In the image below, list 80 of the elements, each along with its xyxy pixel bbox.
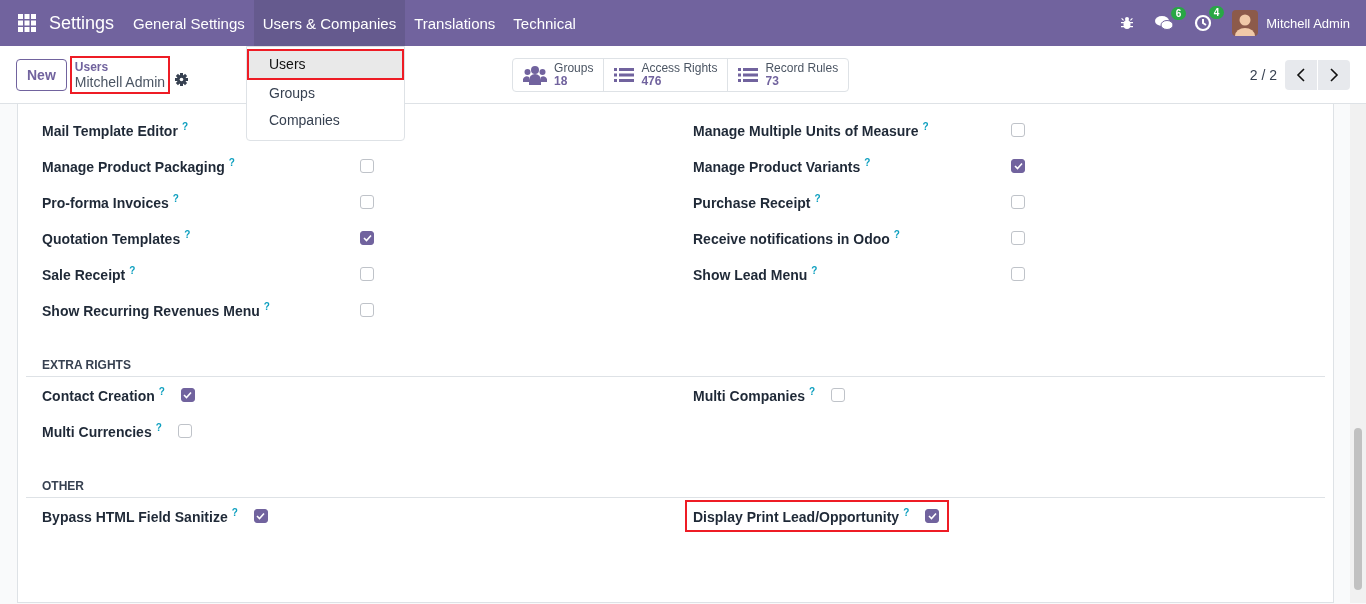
nav-menu-item[interactable]: Translations xyxy=(405,0,505,46)
chat-icon xyxy=(1154,15,1175,31)
bug-icon[interactable] xyxy=(1120,16,1135,30)
avatar-icon[interactable] xyxy=(1232,10,1259,36)
help-tooltip[interactable]: ? xyxy=(893,229,900,241)
setting-label: Show Recurring Revenues Menu $^{?}$ xyxy=(42,301,271,319)
help-tooltip[interactable]: ? xyxy=(922,121,929,133)
apps-grid-icon[interactable] xyxy=(18,14,36,32)
setting-label: Manage Multiple Units of Measure $^{?}$ xyxy=(693,121,930,139)
user-name[interactable]: Mitchell Admin xyxy=(1266,15,1350,31)
breadcrumb-link[interactable]: Users xyxy=(74,59,166,75)
previous-button[interactable] xyxy=(1285,59,1317,90)
help-tooltip[interactable]: ? xyxy=(811,265,818,277)
help-tooltip[interactable]: ? xyxy=(231,507,238,519)
setting-label: Bypass HTML Field Sanitize $^{?}$ xyxy=(42,507,238,525)
setting-label: Manage Product Variants $^{?}$ xyxy=(693,157,872,175)
help-tooltip[interactable]: ? xyxy=(158,386,165,398)
dropdown-item[interactable]: Users xyxy=(247,49,404,80)
setting-label: Manage Product Packaging $^{?}$ xyxy=(42,157,236,175)
checkbox[interactable] xyxy=(360,195,374,209)
section-title: OTHER xyxy=(26,479,1325,498)
setting-label: Contact Creation $^{?}$ xyxy=(42,386,165,404)
checkbox[interactable] xyxy=(360,303,374,317)
count-badge: 4 xyxy=(1208,6,1225,19)
smart-button[interactable]: Access Rights 476 xyxy=(604,58,729,91)
help-tooltip[interactable]: ? xyxy=(814,193,821,205)
checkbox[interactable] xyxy=(1011,195,1025,209)
clock-icon xyxy=(1194,14,1213,32)
scrollbar[interactable] xyxy=(1350,104,1366,603)
users-icon xyxy=(523,64,548,85)
dropdown-item[interactable]: Groups xyxy=(247,78,404,105)
smart-button[interactable]: Record Rules 73 xyxy=(728,58,849,91)
nav-menu-item[interactable]: Technical xyxy=(504,0,585,46)
dropdown-item[interactable]: Companies xyxy=(247,105,404,132)
help-tooltip[interactable]: ? xyxy=(903,507,910,519)
checkbox[interactable] xyxy=(360,267,374,281)
checkbox[interactable] xyxy=(360,231,374,245)
smart-button[interactable]: Groups 18 xyxy=(513,58,605,91)
help-tooltip[interactable]: ? xyxy=(129,265,136,277)
checkbox[interactable] xyxy=(1011,267,1025,281)
help-tooltip[interactable]: ? xyxy=(263,301,270,313)
setting-label: Receive notifications in Odoo $^{?}$ xyxy=(693,229,901,247)
checkbox[interactable] xyxy=(180,388,195,402)
settings-icon[interactable] xyxy=(175,73,189,86)
checkbox[interactable] xyxy=(1011,123,1025,137)
checkbox[interactable] xyxy=(253,509,268,523)
checkbox[interactable] xyxy=(360,159,374,173)
help-tooltip[interactable]: ? xyxy=(184,229,191,241)
checkbox[interactable] xyxy=(831,388,846,402)
checkbox[interactable] xyxy=(177,424,192,438)
setting-label: Quotation Templates $^{?}$ xyxy=(42,229,192,247)
checkbox[interactable] xyxy=(925,509,940,523)
new-button[interactable]: New xyxy=(16,58,67,91)
setting-label: Show Lead Menu $^{?}$ xyxy=(693,265,819,283)
setting-label: Multi Companies $^{?}$ xyxy=(693,386,816,404)
help-tooltip[interactable]: ? xyxy=(864,157,871,169)
record-title: Mitchell Admin xyxy=(74,74,166,90)
help-tooltip[interactable]: ? xyxy=(228,157,235,169)
setting-label: Display Print Lead/Opportunity $^{?}$ xyxy=(693,507,910,525)
help-tooltip[interactable]: ? xyxy=(181,121,188,133)
setting-label: Pro-forma Invoices $^{?}$ xyxy=(42,193,180,211)
checkbox[interactable] xyxy=(1011,231,1025,245)
nav-menu-item[interactable]: Users & Companies xyxy=(253,0,406,46)
help-tooltip[interactable]: ? xyxy=(809,386,816,398)
checkbox[interactable] xyxy=(1011,159,1025,173)
app-name[interactable]: Settings xyxy=(47,12,117,34)
chevron-left-icon xyxy=(1296,67,1306,82)
setting-label: Sale Receipt $^{?}$ xyxy=(42,265,137,283)
next-button[interactable] xyxy=(1318,59,1350,90)
setting-label: Multi Currencies $^{?}$ xyxy=(42,422,162,440)
help-tooltip[interactable]: ? xyxy=(172,193,179,205)
pager-value: 2 / 2 xyxy=(1249,66,1277,83)
nav-menu-item[interactable]: General Settings xyxy=(124,0,254,46)
list-icon xyxy=(738,66,759,83)
count-badge: 6 xyxy=(1170,7,1187,20)
chevron-right-icon xyxy=(1329,67,1339,82)
setting-label: Purchase Receipt $^{?}$ xyxy=(693,193,822,211)
list-icon xyxy=(614,66,635,83)
section-title: EXTRA RIGHTS xyxy=(26,358,1325,377)
help-tooltip[interactable]: ? xyxy=(155,422,162,434)
